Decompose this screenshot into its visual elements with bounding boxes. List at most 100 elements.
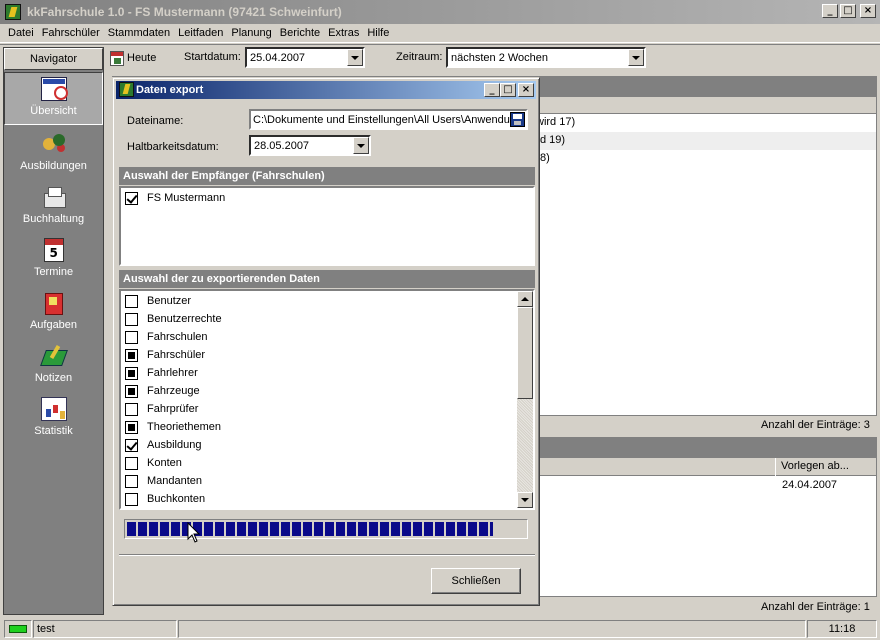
checkbox[interactable] (125, 366, 138, 380)
nav-item-statistik[interactable]: Statistik (4, 393, 103, 446)
maximize-button[interactable]: □ (840, 4, 856, 18)
save-icon[interactable] (510, 112, 525, 127)
menu-hilfe[interactable]: Hilfe (363, 27, 393, 39)
export-data-list[interactable]: Buchkonten Mandanten Konten Ausbildung Theor… (119, 289, 535, 510)
tasks-icon (41, 291, 67, 315)
export-progress-bar (124, 519, 528, 539)
menu-stammdaten[interactable]: Stammdaten (104, 27, 174, 39)
checkbox[interactable] (125, 312, 138, 326)
dateiname-value: C:\Dokumente und Einstellungen\All Users… (253, 113, 510, 126)
nav-item-uebersicht[interactable]: Übersicht (4, 72, 103, 125)
nav-item-termine[interactable]: Termine (4, 234, 103, 287)
checkbox[interactable] (125, 191, 138, 205)
dateiname-field[interactable]: C:\Dokumente und Einstellungen\All Users… (249, 109, 528, 130)
minimize-button[interactable]: _ (822, 4, 838, 18)
zeitraum-value: nächsten 2 Wochen (451, 51, 549, 64)
haltbarkeit-value: 28.05.2007 (254, 139, 310, 152)
navigator-panel: Navigator Übersicht Ausbildungen Buchhal… (3, 47, 104, 615)
menu-datei[interactable]: Datei (4, 27, 38, 39)
dialog-close-button[interactable]: × (518, 83, 534, 97)
chevron-down-icon[interactable] (347, 49, 363, 66)
nav-item-label: Buchhaltung (22, 213, 85, 225)
list-item[interactable]: d 19) (540, 134, 565, 146)
dialog-titlebar[interactable]: Daten export _ □ × (116, 81, 536, 99)
export-data-label: Benutzerrechte (147, 313, 222, 325)
close-button[interactable]: × (860, 4, 876, 18)
export-data-item[interactable]: Benutzer (125, 292, 191, 310)
zeitraum-label: Zeitraum: (396, 51, 443, 63)
checkbox[interactable] (125, 492, 138, 506)
export-data-label: Mandanten (147, 475, 203, 487)
recipients-section-header: Auswahl der Empfänger (Fahrschulen) (119, 167, 535, 185)
menu-extras[interactable]: Extras (324, 27, 363, 39)
scroll-thumb[interactable] (517, 307, 533, 399)
checkbox[interactable] (125, 384, 138, 398)
export-data-label: Fahrzeuge (147, 385, 200, 397)
export-dialog: Daten export _ □ × Dateiname: C:\Dokumen… (112, 77, 540, 606)
menu-leitfaden[interactable]: Leitfaden (174, 27, 227, 39)
vertical-scrollbar[interactable] (517, 291, 533, 508)
scroll-down-button[interactable] (517, 492, 533, 508)
export-data-item[interactable]: Konten (125, 454, 182, 472)
checkbox[interactable] (125, 474, 138, 488)
heute-button[interactable]: Heute (110, 48, 166, 68)
recipients-list[interactable]: FS Mustermann (119, 186, 535, 266)
bottom-entry-count: Anzahl der Einträge: 1 (761, 601, 870, 613)
checkbox[interactable] (125, 420, 138, 434)
nav-item-buchhaltung[interactable]: Buchhaltung (4, 181, 103, 234)
checkbox[interactable] (125, 402, 138, 416)
recipient-item[interactable]: FS Mustermann (125, 189, 225, 207)
status-user: test (33, 620, 177, 638)
export-data-label: Fahrprüfer (147, 403, 199, 415)
status-time: 11:18 (807, 620, 877, 638)
startdatum-value: 25.04.2007 (250, 51, 306, 64)
column-vorlegen-ab[interactable]: Vorlegen ab... (775, 458, 875, 476)
schliessen-button[interactable]: Schließen (431, 568, 521, 594)
export-data-label: Fahrschulen (147, 331, 208, 343)
dialog-maximize-button[interactable]: □ (500, 83, 516, 97)
checkbox[interactable] (125, 348, 138, 362)
menu-berichte[interactable]: Berichte (276, 27, 324, 39)
heute-label: Heute (127, 52, 157, 64)
app-icon (119, 82, 134, 97)
export-data-item[interactable]: Fahrlehrer (125, 364, 198, 382)
menu-planung[interactable]: Planung (227, 27, 275, 39)
startdatum-combo[interactable]: 25.04.2007 (245, 47, 365, 68)
export-data-item[interactable]: Fahrprüfer (125, 400, 198, 418)
zeitraum-combo[interactable]: nächsten 2 Wochen (446, 47, 646, 68)
chevron-down-icon[interactable] (353, 137, 369, 154)
status-indicator (4, 620, 32, 638)
checkbox[interactable] (125, 438, 138, 452)
list-item[interactable]: wird 17) (536, 116, 575, 128)
calendar-today-icon (110, 50, 124, 66)
checkbox[interactable] (125, 294, 138, 308)
export-data-item[interactable]: Mandanten (125, 472, 202, 490)
haltbarkeit-combo[interactable]: 28.05.2007 (249, 135, 371, 156)
nav-item-label: Notizen (34, 372, 73, 384)
menu-fahrschueler[interactable]: Fahrschüler (38, 27, 104, 39)
nav-item-label: Statistik (34, 425, 73, 437)
main-titlebar[interactable]: kkFahrschule 1.0 - FS Mustermann (97421 … (0, 0, 880, 24)
app-icon (5, 4, 21, 20)
export-data-item[interactable]: Ausbildung (125, 436, 201, 454)
dialog-minimize-button[interactable]: _ (484, 83, 500, 97)
nav-item-aufgaben[interactable]: Aufgaben (4, 287, 103, 340)
checkbox[interactable] (125, 330, 138, 344)
export-data-item[interactable]: Fahrzeuge (125, 382, 200, 400)
nav-item-notizen[interactable]: Notizen (4, 340, 103, 393)
scroll-up-button[interactable] (517, 291, 533, 307)
schliessen-label: Schließen (451, 575, 501, 587)
export-data-item[interactable]: Fahrschüler (125, 346, 205, 364)
export-data-item[interactable]: Fahrschulen (125, 328, 208, 346)
list-item[interactable]: 8) (540, 152, 550, 164)
vorlegen-ab-value[interactable]: 24.04.2007 (782, 479, 837, 491)
export-data-item[interactable]: Theoriethemen (125, 418, 221, 436)
export-data-item[interactable]: Benutzerrechte (125, 310, 222, 328)
checkbox[interactable] (125, 456, 138, 470)
nav-item-ausbildungen[interactable]: Ausbildungen (4, 128, 103, 181)
progress-fill (127, 522, 494, 536)
overview-icon (40, 77, 68, 101)
export-data-item[interactable]: Buchkonten (125, 490, 205, 508)
chevron-down-icon[interactable] (628, 49, 644, 66)
recipient-label: FS Mustermann (147, 192, 226, 204)
